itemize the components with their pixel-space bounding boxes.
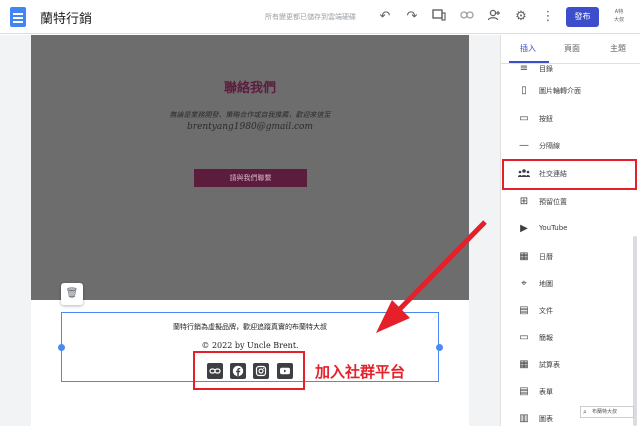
chart-icon: ▥: [519, 413, 529, 424]
panel-item-sheets[interactable]: ▦ 試算表: [501, 355, 640, 375]
forms-icon: ▤: [519, 386, 529, 397]
youtube-icon: ▶: [520, 223, 528, 234]
docs-icon: ▤: [519, 305, 529, 316]
panel-item-placeholder[interactable]: ⊞ 預留位置: [501, 192, 640, 212]
button-icon: ▭: [519, 113, 529, 124]
panel-item-label: 文件: [539, 307, 553, 315]
panel-item-label: 試算表: [539, 361, 560, 369]
panel-item-forms[interactable]: ▤ 表單: [501, 382, 640, 402]
panel-item-divider[interactable]: — 分隔線: [501, 136, 640, 156]
panel-item-slides[interactable]: ▭ 簡報: [501, 328, 640, 348]
tab-pages[interactable]: 頁面: [564, 43, 580, 54]
panel-item-docs[interactable]: ▤ 文件: [501, 301, 640, 321]
panel-item-label: 按鈕: [539, 115, 553, 123]
panel-item-label: 分隔線: [539, 142, 560, 150]
carousel-icon: ▯: [521, 85, 527, 96]
slides-icon: ▭: [519, 332, 529, 343]
panel-item-calendar[interactable]: ▦ 日曆: [501, 247, 640, 267]
panel-item-label: 圖片輪轉介面: [539, 87, 581, 95]
panel-item-label: 預留位置: [539, 198, 567, 206]
panel-item-label: 簡報: [539, 334, 553, 342]
panel-item-button[interactable]: ▭ 按鈕: [501, 109, 640, 129]
divider-icon: —: [519, 140, 529, 151]
toc-icon: ≡: [519, 63, 529, 74]
panel-item-map[interactable]: ⌖ 地圖: [501, 274, 640, 294]
panel-item-label: YouTube: [539, 224, 568, 232]
tab-themes[interactable]: 主題: [610, 43, 626, 54]
calendar-icon: ▦: [519, 251, 529, 262]
social-links-highlight: [502, 159, 637, 190]
panel-item-carousel[interactable]: ▯ 圖片輪轉介面: [501, 81, 640, 101]
map-icon: ⌖: [521, 278, 527, 289]
tab-insert[interactable]: 插入: [520, 43, 536, 54]
panel-scrollbar[interactable]: [633, 236, 637, 426]
panel-item-toc[interactable]: ≡ 目錄: [501, 59, 640, 79]
panel-item-label: 日曆: [539, 253, 553, 261]
watermark: 布蘭特大叔: [580, 406, 634, 418]
panel-item-youtube[interactable]: ▶ YouTube: [501, 219, 640, 239]
sheets-icon: ▦: [519, 359, 529, 370]
insert-panel: 插入 頁面 主題 ≡ 目錄 ▯ 圖片輪轉介面 ▭ 按鈕 — 分隔線 社交連結 ⊞…: [500, 35, 640, 426]
placeholder-icon: ⊞: [519, 196, 529, 207]
panel-item-label: 圖表: [539, 415, 553, 423]
panel-item-label: 表單: [539, 388, 553, 396]
panel-item-label: 目錄: [539, 65, 553, 73]
panel-item-label: 地圖: [539, 280, 553, 288]
